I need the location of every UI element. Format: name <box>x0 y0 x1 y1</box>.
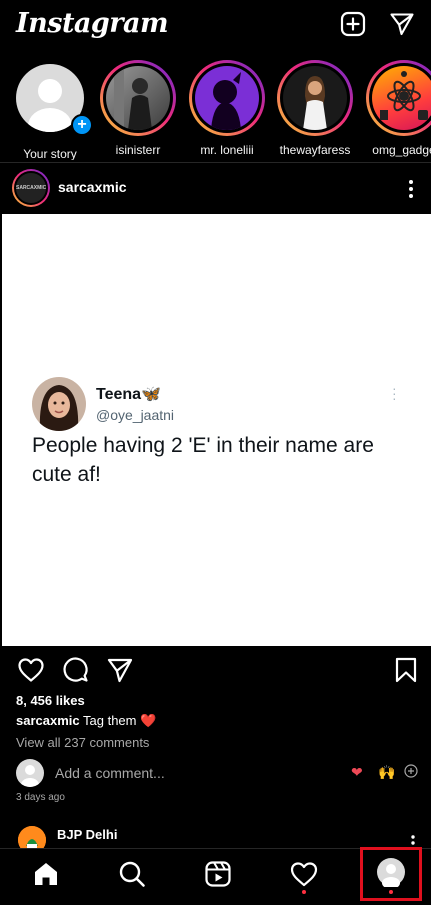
activity-notification-dot <box>302 890 306 894</box>
tweet-text: People having 2 'E' in their name are cu… <box>32 434 374 486</box>
direct-message-icon[interactable] <box>389 11 415 37</box>
post-author-avatar[interactable]: SARCAXMIC <box>12 169 50 207</box>
more-options-icon[interactable] <box>403 179 419 199</box>
avatar <box>16 759 44 787</box>
tweet-author-avatar <box>32 377 86 431</box>
post-timestamp: 3 days ago <box>16 792 65 803</box>
story-label: mr. loneliii <box>200 143 254 157</box>
post-actions <box>0 652 431 688</box>
share-icon[interactable] <box>106 656 134 684</box>
heart-emoji-icon: ❤️ <box>140 713 157 728</box>
story-label: omg_gadge <box>372 143 431 157</box>
instagram-logo[interactable]: Instagram <box>16 8 169 39</box>
story-your-story[interactable]: + Your story <box>8 60 93 160</box>
add-comment-row: Add a comment... ❤ 🙌 <box>0 758 431 790</box>
next-post-header: BJP Delhi <box>0 823 431 854</box>
story-label: isinisterr <box>115 143 161 157</box>
activity-icon[interactable] <box>289 859 319 889</box>
top-bar: Instagram <box>0 0 431 52</box>
like-icon[interactable] <box>17 656 45 684</box>
new-post-icon[interactable] <box>340 11 366 37</box>
heart-reaction-icon[interactable]: ❤ <box>351 764 363 781</box>
avatar-text: SARCAXMIC <box>14 171 48 205</box>
caption-text: Tag them <box>83 713 137 728</box>
add-reaction-icon[interactable] <box>404 764 418 781</box>
butterfly-icon: 🦋 <box>141 386 161 403</box>
story-avatar <box>283 66 347 130</box>
comment-icon[interactable] <box>62 656 90 684</box>
home-icon[interactable] <box>31 859 61 889</box>
search-icon[interactable] <box>117 859 147 889</box>
post-author-username[interactable]: sarcaxmic <box>58 179 127 195</box>
next-post-username[interactable]: BJP Delhi <box>57 827 117 842</box>
view-all-comments-link[interactable]: View all 237 comments <box>16 735 149 750</box>
profile-icon[interactable] <box>376 857 406 889</box>
tweet-author-handle: @oye_jaatni <box>96 407 175 423</box>
story-avatar <box>106 66 170 130</box>
tweet-author-name: Teena🦋 <box>96 386 161 403</box>
tweet-more-icon: · · · <box>392 380 397 406</box>
story-mr-loneliii[interactable]: mr. loneliii <box>185 60 269 157</box>
story-avatar <box>195 66 259 130</box>
caption-username[interactable]: sarcaxmic <box>16 713 80 728</box>
story-label: thewayfaress <box>279 143 351 157</box>
stories-tray: + Your story isinisterr mr. loneliii the… <box>0 60 431 160</box>
bottom-navigation <box>0 847 431 905</box>
story-thewayfaress[interactable]: thewayfaress <box>273 60 357 157</box>
post-caption: sarcaxmic Tag them ❤️ <box>16 713 156 729</box>
story-label: Your story <box>23 147 77 160</box>
divider <box>0 162 431 163</box>
profile-notification-dot <box>389 890 393 894</box>
post-header: SARCAXMIC sarcaxmic <box>0 166 431 210</box>
save-icon[interactable] <box>392 656 420 684</box>
story-omg-gadge[interactable]: omg_gadge <box>362 60 431 157</box>
post-image[interactable]: Teena🦋 @oye_jaatni · · · People having 2 '… <box>2 214 431 646</box>
add-story-icon[interactable]: + <box>71 114 93 136</box>
story-avatar <box>372 66 431 130</box>
add-comment-input[interactable]: Add a comment... <box>55 765 165 781</box>
story-isinisterr[interactable]: isinisterr <box>96 60 180 157</box>
reels-icon[interactable] <box>203 859 233 889</box>
raised-hands-icon[interactable]: 🙌 <box>378 764 395 781</box>
likes-count[interactable]: 8, 456 likes <box>16 693 85 708</box>
